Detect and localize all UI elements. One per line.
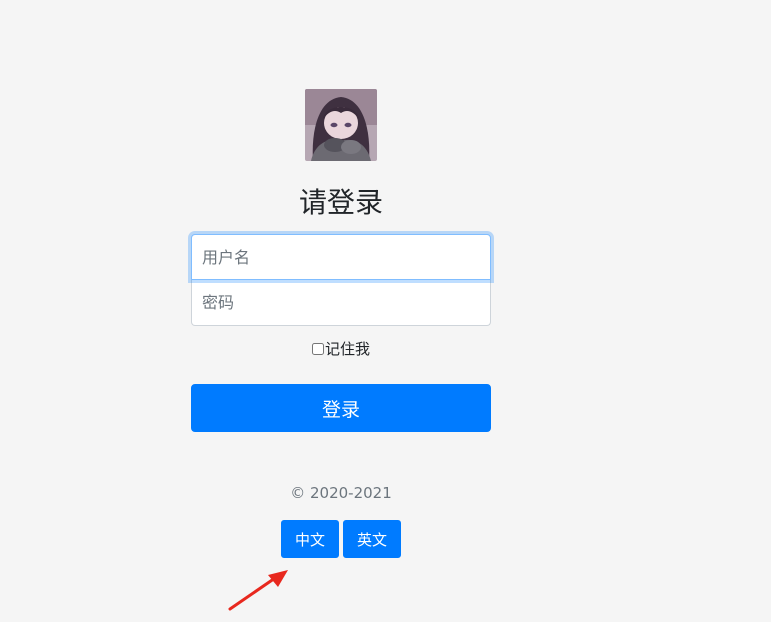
remember-me: 记住我 xyxy=(191,338,491,360)
language-chinese-button[interactable]: 中文 xyxy=(281,520,339,558)
avatar xyxy=(305,89,377,161)
remember-me-checkbox[interactable] xyxy=(311,343,324,355)
username-input[interactable] xyxy=(191,234,491,280)
password-input[interactable] xyxy=(191,280,491,326)
page-title: 请登录 xyxy=(298,186,383,219)
remember-me-label[interactable]: 记住我 xyxy=(325,340,370,358)
annotation-arrow-icon xyxy=(228,570,288,611)
login-button[interactable]: 登录 xyxy=(191,384,491,432)
copyright-text: © 2020-2021 xyxy=(290,484,392,502)
language-english-button[interactable]: 英文 xyxy=(343,520,401,558)
login-page: 请登录 记住我 登录 © 2020-2021 中文 英文 xyxy=(0,0,771,622)
